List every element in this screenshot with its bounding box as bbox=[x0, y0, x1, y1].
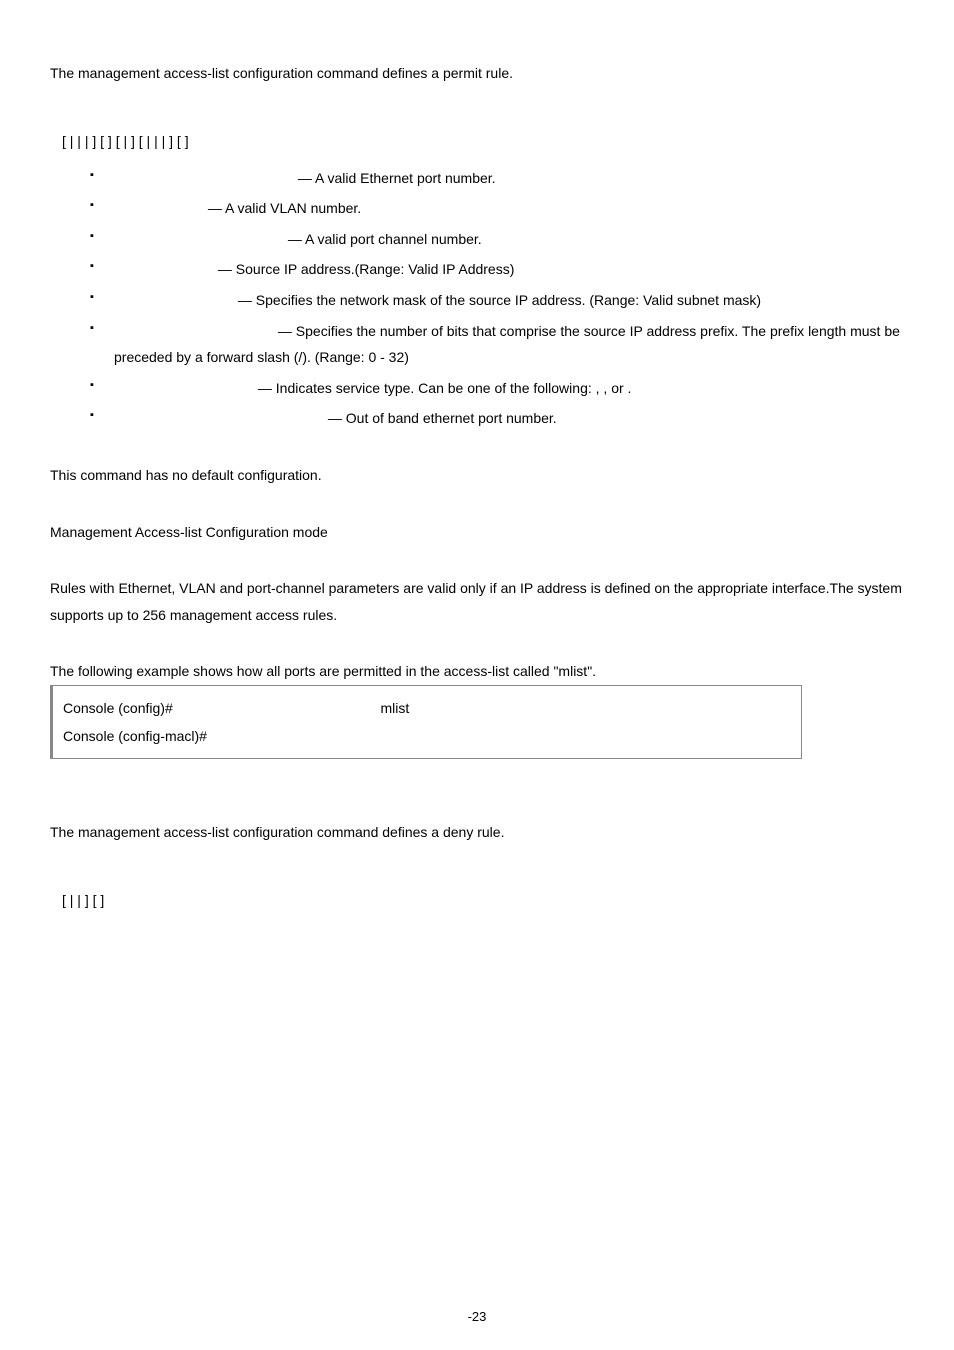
page-number: -23 bbox=[0, 1305, 954, 1330]
bullet-text: or bbox=[611, 380, 627, 396]
deny-intro: The management access-list configuration… bbox=[50, 819, 904, 846]
bullet-port-channel: — A valid port channel number. bbox=[90, 226, 904, 253]
command-mode-section: Management Access-list Configuration mod… bbox=[50, 519, 904, 546]
command-mode-text: Management Access-list Configuration mod… bbox=[50, 524, 328, 540]
deny-syntax: [ | | ] [ ] bbox=[62, 886, 904, 914]
bullet-text: — Specifies the network mask of the sour… bbox=[234, 292, 761, 308]
bullet-text: — Out of band ethernet port number. bbox=[324, 410, 557, 426]
bullet-oob-port: — Out of band ethernet port number. bbox=[90, 405, 904, 432]
bullet-mask: — Specifies the network mask of the sour… bbox=[90, 287, 904, 314]
permit-intro-pre: The bbox=[50, 65, 78, 81]
permit-intro-post: management access-list configuration com… bbox=[78, 65, 513, 81]
user-guidelines-text: Rules with Ethernet, VLAN and port-chann… bbox=[50, 580, 902, 623]
bullet-text: — Indicates service type. Can be one of … bbox=[254, 380, 596, 396]
page: The management access-list configuration… bbox=[0, 0, 954, 1350]
permit-bullet-list: — A valid Ethernet port number. — A vali… bbox=[90, 165, 904, 432]
example-line-2: Console (config-macl)# bbox=[63, 722, 791, 750]
bullet-text: . bbox=[628, 380, 632, 396]
bullet-prefix-length: — Specifies the number of bits that comp… bbox=[90, 318, 904, 371]
bullet-text: — A valid port channel number. bbox=[284, 231, 482, 247]
deny-intro-pre: The bbox=[50, 824, 78, 840]
example-box: Console (config)# mlist Console (config-… bbox=[50, 685, 802, 759]
default-config-text: This command has no default configuratio… bbox=[50, 467, 322, 483]
example-prompt: Console (config)# bbox=[63, 700, 177, 716]
bullet-source-ip: — Source IP address.(Range: Valid IP Add… bbox=[90, 256, 904, 283]
example-arg: mlist bbox=[381, 700, 410, 716]
bullet-vlan-number: — A valid VLAN number. bbox=[90, 195, 904, 222]
permit-intro: The management access-list configuration… bbox=[50, 60, 904, 87]
example-intro: The following example shows how all port… bbox=[50, 658, 904, 685]
example-prompt: Console (config-macl)# bbox=[63, 728, 207, 744]
bullet-text: — A valid Ethernet port number. bbox=[294, 170, 496, 186]
bullet-text: — Specifies the number of bits that comp… bbox=[114, 323, 900, 366]
example-line-1: Console (config)# mlist bbox=[63, 694, 791, 722]
deny-intro-post: management access-list configuration com… bbox=[78, 824, 504, 840]
bullet-text: — A valid VLAN number. bbox=[204, 200, 361, 216]
permit-syntax: [ | | | ] [ ] [ bbox=[62, 127, 904, 155]
bullet-ethernet-port: — A valid Ethernet port number. bbox=[90, 165, 904, 192]
default-config-section: This command has no default configuratio… bbox=[50, 462, 904, 489]
user-guidelines-section: Rules with Ethernet, VLAN and port-chann… bbox=[50, 575, 904, 628]
bullet-text: — Source IP address.(Range: Valid IP Add… bbox=[214, 261, 514, 277]
bullet-service-type: — Indicates service type. Can be one of … bbox=[90, 375, 904, 402]
